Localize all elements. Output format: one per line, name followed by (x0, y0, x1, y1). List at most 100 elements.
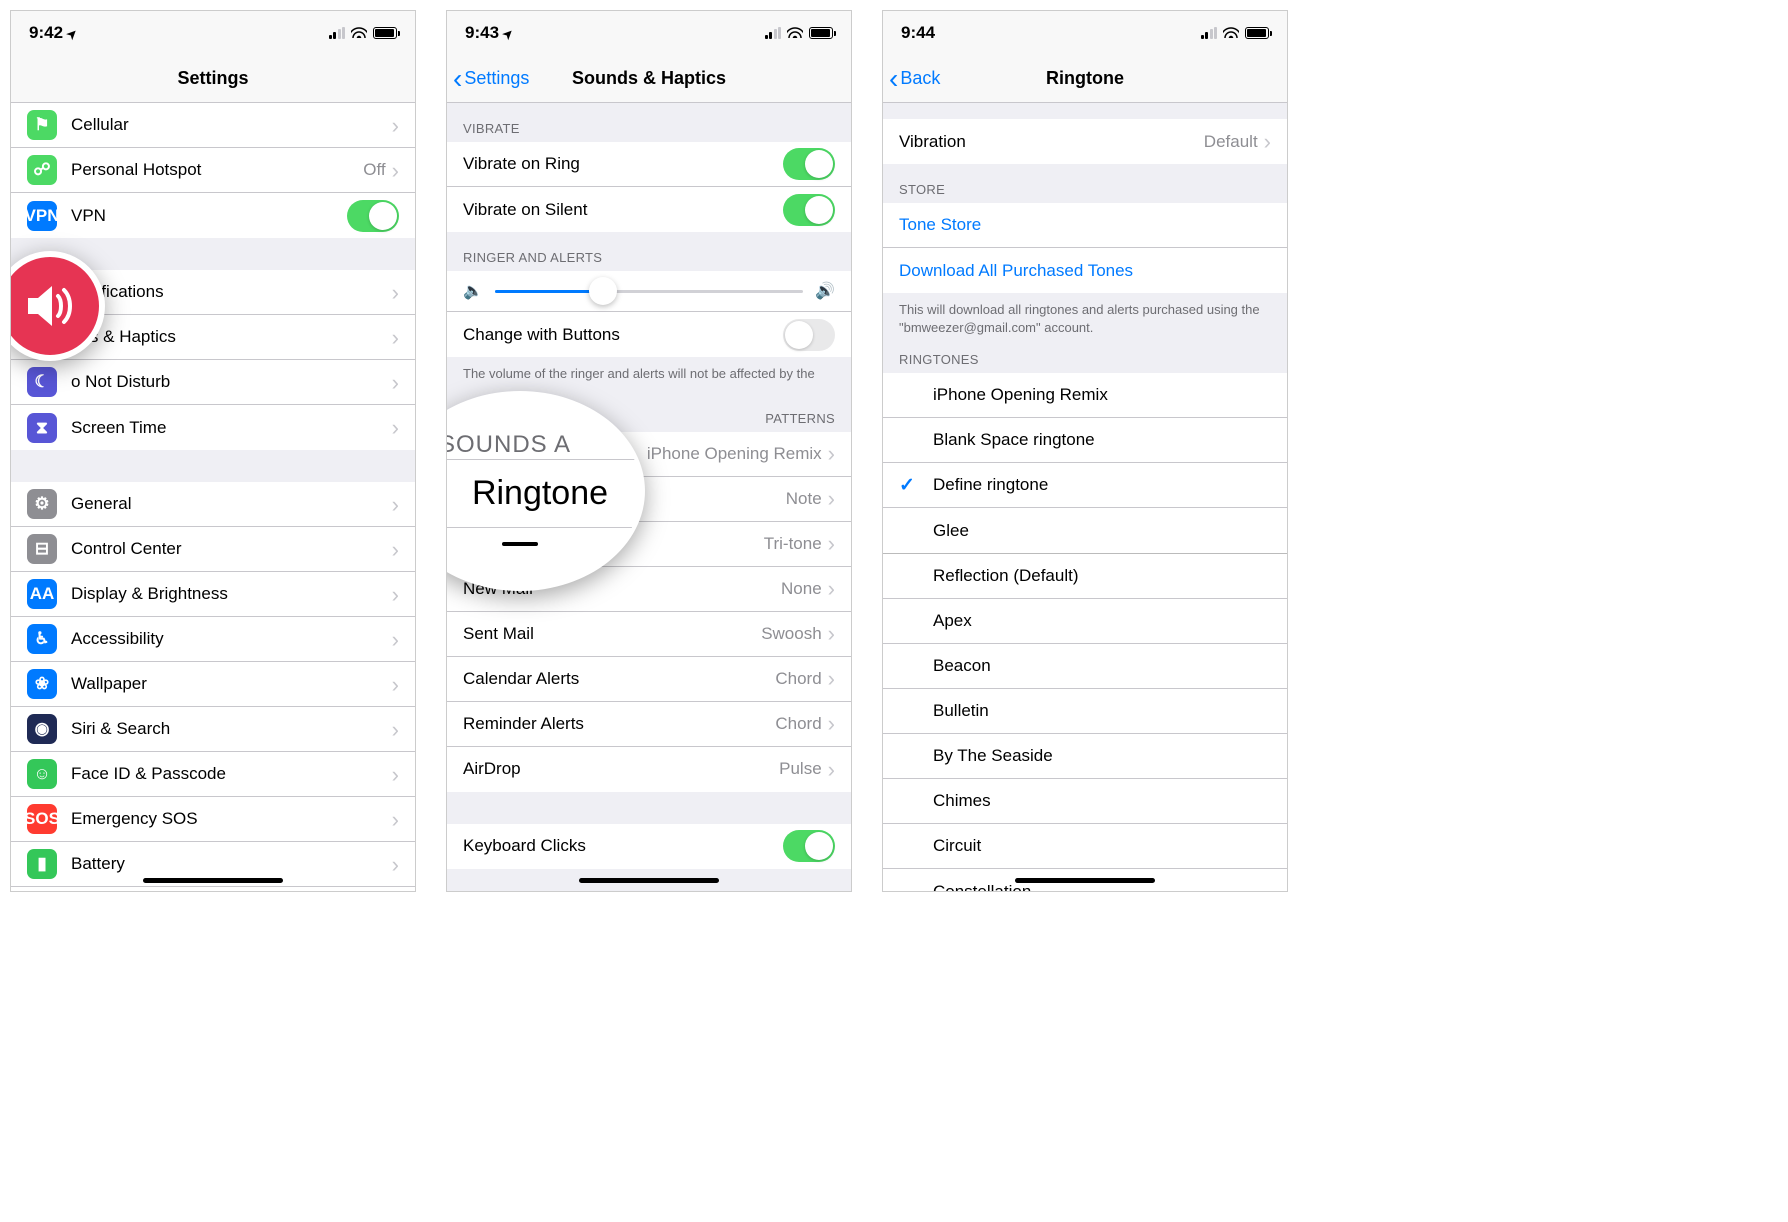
row-label: VPN (71, 206, 347, 226)
chevron-right-icon: › (392, 496, 399, 513)
chevron-right-icon: › (828, 580, 835, 597)
row-general[interactable]: ⚙General› (11, 482, 415, 527)
chevron-right-icon: › (392, 284, 399, 301)
row-ringtone-builtin-3[interactable]: Bulletin (883, 689, 1287, 734)
row-ringtone-builtin-1[interactable]: Apex (883, 599, 1287, 644)
bubble-ringtone-label: Ringtone (446, 459, 641, 528)
display-icon: AA (27, 579, 57, 609)
home-indicator[interactable] (579, 878, 719, 883)
chevron-right-icon: › (392, 586, 399, 603)
vpn-icon: VPN (27, 201, 57, 231)
row-vibration[interactable]: Vibration Default › (883, 119, 1287, 164)
volume-slider-row[interactable]: 🔈 🔊 (447, 271, 851, 312)
settings-list[interactable]: ⚑Cellular›☍Personal HotspotOff›VPNVPN▣No… (11, 103, 415, 891)
pattern-value: Swoosh (761, 624, 821, 644)
row-pattern-7[interactable]: AirDropPulse› (447, 747, 851, 792)
ringtone-label: Beacon (933, 656, 1271, 676)
nav-bar: Settings (11, 55, 415, 103)
toggle-change-buttons[interactable] (783, 319, 835, 351)
row-dnd[interactable]: ☾ o Not Disturb› (11, 360, 415, 405)
row-label: o Not Disturb (71, 372, 392, 392)
ringtone-label: Apex (933, 611, 1271, 631)
row-pattern-4[interactable]: Sent MailSwoosh › (447, 612, 851, 657)
row-accessibility[interactable]: ♿︎Accessibility› (11, 617, 415, 662)
row-ringtone-custom-2[interactable]: ✓Define ringtone (883, 463, 1287, 508)
row-privacy[interactable]: ✋Privacy› (11, 887, 415, 891)
siri-icon: ◉ (27, 714, 57, 744)
toggle-keyboard-clicks[interactable] (783, 830, 835, 862)
row-ringtone-builtin-2[interactable]: Beacon (883, 644, 1287, 689)
row-label: Emergency SOS (71, 809, 392, 829)
row-ringtone-custom-3[interactable]: Glee (883, 508, 1287, 553)
control-icon: ⊟ (27, 534, 57, 564)
pattern-value: Chord (775, 669, 821, 689)
row-pattern-5[interactable]: Calendar AlertsChord› (447, 657, 851, 702)
battery-icon (1245, 27, 1269, 39)
speaker-icon (18, 274, 82, 338)
row-ringtone-builtin-5[interactable]: Chimes (883, 779, 1287, 824)
chevron-right-icon: › (392, 541, 399, 558)
row-ringtone-custom-1[interactable]: Blank Space ringtone (883, 418, 1287, 463)
row-vibrate-on-silent[interactable]: Vibrate on Silent (447, 187, 851, 232)
row-control[interactable]: ⊟Control Center› (11, 527, 415, 572)
ringer-header: Ringer and Alerts (447, 232, 851, 271)
toggle-vpn[interactable] (347, 200, 399, 232)
row-download-tones[interactable]: Download All Purchased Tones (883, 248, 1287, 293)
home-indicator[interactable] (1015, 878, 1155, 883)
pattern-label: AirDrop (463, 759, 779, 779)
ringtone-label: Constellation (933, 882, 1271, 891)
status-time: 9:43 (465, 23, 499, 43)
home-indicator[interactable] (143, 878, 283, 883)
row-pattern-6[interactable]: Reminder AlertsChord› (447, 702, 851, 747)
row-hotspot[interactable]: ☍Personal HotspotOff› (11, 148, 415, 193)
row-ringtone-builtin-4[interactable]: By The Seaside (883, 734, 1287, 779)
row-vpn[interactable]: VPN VPN (11, 193, 415, 238)
row-ringtone-builtin-6[interactable]: Circuit (883, 824, 1287, 869)
nav-bar: Settings Sounds & Haptics (447, 55, 851, 103)
row-vibrate-on-ring[interactable]: Vibrate on Ring (447, 142, 851, 187)
ringtone-label: Chimes (933, 791, 1271, 811)
status-time: 9:42 (29, 23, 63, 43)
row-ringtone-custom-0[interactable]: iPhone Opening Remix (883, 373, 1287, 418)
ringer-footer: The volume of the ringer and alerts will… (447, 357, 851, 393)
dnd-icon: ☾ (27, 367, 57, 397)
volume-slider[interactable] (495, 290, 803, 293)
row-sos[interactable]: SOSEmergency SOS› (11, 797, 415, 842)
ringtone-label: iPhone Opening Remix (933, 385, 1271, 405)
row-tone-store[interactable]: Tone Store (883, 203, 1287, 248)
row-cellular[interactable]: ⚑Cellular› (11, 103, 415, 148)
row-display[interactable]: AADisplay & Brightness› (11, 572, 415, 617)
ringtone-list[interactable]: Vibration Default › Store Tone Store Dow… (883, 103, 1287, 891)
nav-bar: Back Ringtone (883, 55, 1287, 103)
pattern-value: Tri-tone (764, 534, 822, 554)
row-change-with-buttons[interactable]: Change with Buttons (447, 312, 851, 357)
chevron-right-icon: › (828, 445, 835, 462)
row-siri[interactable]: ◉Siri & Search› (11, 707, 415, 752)
accessibility-icon: ♿︎ (27, 624, 57, 654)
chevron-right-icon: › (392, 374, 399, 391)
store-footer: This will download all ringtones and ale… (883, 293, 1287, 346)
location-icon (503, 23, 513, 43)
chevron-right-icon: › (828, 490, 835, 507)
toggle-vibrate-ring[interactable] (783, 148, 835, 180)
pattern-label: Sent Mail (463, 624, 761, 644)
row-ringtone-builtin-0[interactable]: Reflection (Default) (883, 554, 1287, 599)
row-screentime[interactable]: ⧗Screen Time› (11, 405, 415, 450)
ringtone-label: Circuit (933, 836, 1271, 856)
pattern-label: Calendar Alerts (463, 669, 775, 689)
row-label: Accessibility (71, 629, 392, 649)
back-button[interactable]: Settings (453, 68, 529, 89)
chevron-right-icon: › (392, 162, 399, 179)
row-faceid[interactable]: ☺Face ID & Passcode› (11, 752, 415, 797)
row-keyboard-clicks[interactable]: Keyboard Clicks (447, 824, 851, 869)
store-header: Store (883, 164, 1287, 203)
row-wallpaper[interactable]: ❀Wallpaper› (11, 662, 415, 707)
chevron-right-icon: › (828, 625, 835, 642)
chevron-right-icon: › (828, 715, 835, 732)
volume-high-icon: 🔊 (815, 281, 835, 301)
status-time: 9:44 (901, 23, 935, 43)
row-label: Notifications (71, 282, 392, 302)
row-label: nds & Haptics (71, 327, 392, 347)
back-button[interactable]: Back (889, 68, 940, 89)
toggle-vibrate-silent[interactable] (783, 194, 835, 226)
